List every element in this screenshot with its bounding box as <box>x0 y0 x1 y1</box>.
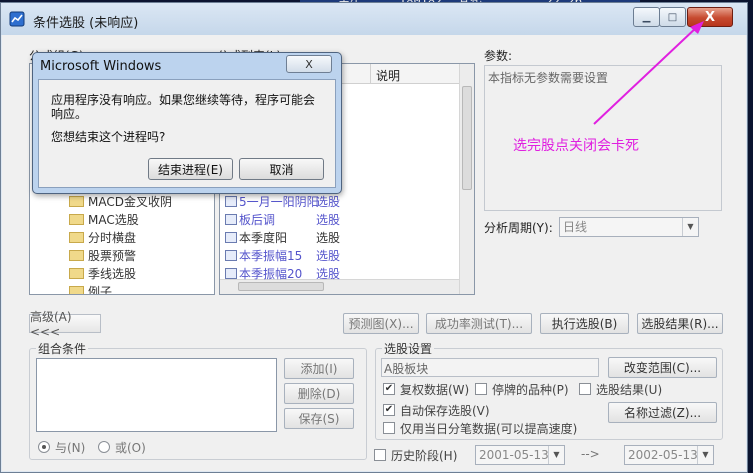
tree-item-mac[interactable]: MAC选股 <box>69 211 139 228</box>
preview-button[interactable]: 预测图(X)... <box>343 313 419 334</box>
chevron-down-icon: ▼ <box>548 446 564 464</box>
formula-icon <box>225 250 237 261</box>
or-radio[interactable] <box>98 441 110 453</box>
add-button[interactable]: 添加(I) <box>284 358 354 379</box>
list-scrollbar[interactable] <box>459 64 474 294</box>
annotation-text: 选完股点关闭会卡死 <box>513 138 639 154</box>
period-value: 日线 <box>563 220 588 234</box>
end-process-button[interactable]: 结束进程(E) <box>148 158 233 180</box>
tree-item-season[interactable]: 季线选股 <box>69 265 136 282</box>
auto-save-label: 自动保存选股(V) <box>400 404 490 418</box>
tree-item-intraday[interactable]: 分时横盘 <box>69 229 136 246</box>
only-today-checkbox[interactable] <box>383 422 395 434</box>
folder-icon <box>69 232 84 243</box>
combine-list[interactable] <box>36 358 277 432</box>
combine-title: 组合条件 <box>36 340 89 357</box>
folder-icon <box>69 196 84 207</box>
formula-icon <box>225 232 237 243</box>
pick-result-checkbox[interactable] <box>579 383 591 395</box>
history-label: 历史阶段(H) <box>391 449 458 463</box>
chevron-down-icon: ▼ <box>682 218 698 236</box>
history-start-date[interactable]: 2001-05-13 ▼ <box>475 445 565 465</box>
period-select[interactable]: 日线 ▼ <box>559 217 699 237</box>
list-item[interactable]: 本季振幅15 选股 <box>225 247 340 264</box>
formula-icon <box>225 268 237 279</box>
history-checkbox[interactable] <box>374 449 386 461</box>
list-item[interactable]: 本季振幅20 选股 <box>225 265 340 282</box>
cancel-button[interactable]: 取消 <box>239 158 324 180</box>
dialog-title: Microsoft Windows <box>40 59 162 74</box>
close-icon: X <box>305 57 313 71</box>
annotation-arrow <box>593 21 704 125</box>
tree-item-macd[interactable]: MACD金叉收阴 <box>69 193 172 210</box>
not-responding-dialog: Microsoft Windows X 应用程序没有响应。如果您继续等待，程序可… <box>32 52 342 194</box>
scope-field: A股板块 <box>381 358 599 377</box>
app-icon <box>9 11 25 27</box>
save-button[interactable]: 保存(S) <box>284 408 354 429</box>
list-col-desc: 说明 <box>376 69 401 83</box>
auto-save-checkbox[interactable]: ✔ <box>383 404 395 416</box>
list-hscroll-thumb[interactable] <box>238 282 324 291</box>
suspended-checkbox[interactable] <box>475 383 487 395</box>
dialog-close-button[interactable]: X <box>286 55 332 73</box>
rights-data-checkbox[interactable]: ✔ <box>383 383 395 395</box>
result-button[interactable]: 选股结果(R)... <box>637 313 723 334</box>
window-title: 条件选股 (未响应) <box>33 16 139 31</box>
tree-item-alert[interactable]: 股票预警 <box>69 247 136 264</box>
params-label: 参数: <box>484 49 513 63</box>
only-today-label: 仅用当日分笔数据(可以提高速度) <box>400 422 578 436</box>
list-item[interactable]: 5一月一阳阴阳 选股 <box>225 193 340 210</box>
name-filter-button[interactable]: 名称过滤(Z)... <box>608 402 717 423</box>
formula-icon <box>225 214 237 225</box>
tree-item-example[interactable]: 例子 <box>69 283 112 294</box>
advanced-toggle[interactable]: 高级(A) <<< <box>29 310 101 339</box>
folder-icon <box>69 268 84 279</box>
history-arrow: --> <box>581 447 600 461</box>
period-label: 分析周期(Y): <box>484 221 553 235</box>
folder-icon <box>69 214 84 225</box>
and-label: 与(N) <box>55 441 86 455</box>
formula-icon <box>225 196 237 207</box>
list-header-divider <box>370 64 371 84</box>
pick-result-label: 选股结果(U) <box>596 383 663 397</box>
change-scope-button[interactable]: 改变范围(C)... <box>608 357 717 378</box>
delete-button[interactable]: 删除(D) <box>284 383 354 404</box>
list-item[interactable]: 本季度阳 选股 <box>225 229 340 246</box>
execute-button[interactable]: 执行选股(B) <box>540 313 629 334</box>
suspended-label: 停牌的品种(P) <box>492 383 569 397</box>
dialog-question: 您想结束这个进程吗? <box>51 130 166 144</box>
settings-title: 选股设置 <box>382 340 435 357</box>
dialog-message: 应用程序没有响应。如果您继续等待，程序可能会响应。 <box>51 93 316 121</box>
history-end-date[interactable]: 2002-05-13 ▼ <box>624 445 714 465</box>
dialog-body: 应用程序没有响应。如果您继续等待，程序可能会响应。 您想结束这个进程吗? 结束进… <box>38 79 336 188</box>
rights-data-label: 复权数据(W) <box>400 383 470 397</box>
list-item[interactable]: 板后调 选股 <box>225 211 340 228</box>
or-label: 或(O) <box>115 441 146 455</box>
success-test-button[interactable]: 成功率测试(T)... <box>426 313 532 334</box>
folder-icon <box>69 250 84 261</box>
and-radio[interactable] <box>38 441 50 453</box>
chevron-down-icon: ▼ <box>697 446 713 464</box>
folder-icon <box>69 286 84 294</box>
list-scroll-thumb[interactable] <box>462 86 472 190</box>
